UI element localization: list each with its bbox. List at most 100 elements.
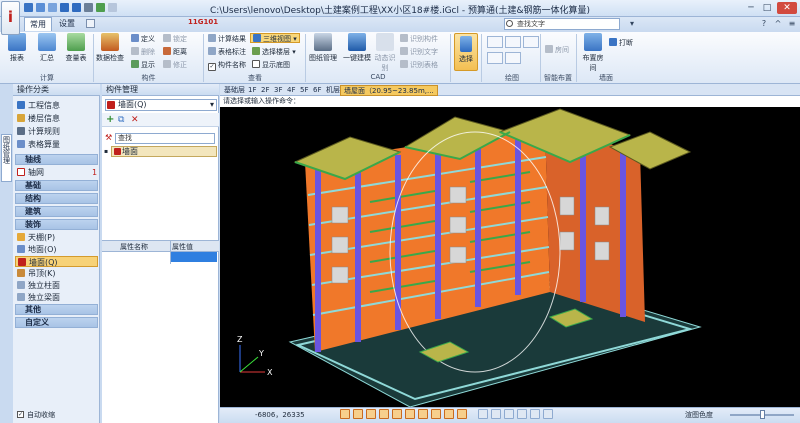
one-click-model-button[interactable]: 一键建模 bbox=[342, 33, 372, 63]
quantity-table-button[interactable]: 查量表 bbox=[63, 33, 89, 63]
select-button[interactable]: 选择 bbox=[454, 33, 478, 71]
distance-button[interactable]: 距离 bbox=[163, 47, 187, 57]
component-name-button[interactable]: ✓ 构件名称 bbox=[208, 60, 246, 71]
floor-tab-3f[interactable]: 3F bbox=[272, 85, 284, 96]
draw-polyline-icon[interactable] bbox=[523, 36, 539, 48]
tab-common[interactable]: 常用 bbox=[24, 17, 52, 31]
property-value-cell[interactable] bbox=[171, 252, 217, 262]
category-custom[interactable]: 自定义 bbox=[15, 317, 98, 328]
copy-icon[interactable]: ⧉ bbox=[118, 115, 124, 125]
lock-button[interactable]: 锁定 bbox=[163, 34, 187, 44]
nav-project-info[interactable]: 工程信息 bbox=[17, 100, 60, 111]
draw-line-icon[interactable] bbox=[487, 36, 503, 48]
zoom-out-icon[interactable] bbox=[491, 409, 501, 419]
tab-settings[interactable]: 设置 bbox=[54, 17, 80, 31]
component-list-item[interactable]: 墙面 bbox=[111, 146, 217, 157]
floor-tab-5f[interactable]: 5F bbox=[298, 85, 310, 96]
component-search-input[interactable]: 查找 bbox=[115, 133, 215, 144]
category-decoration[interactable]: 装饰 bbox=[15, 219, 98, 230]
minimize-button[interactable]: ─ bbox=[743, 2, 759, 14]
nav-suspended-ceiling[interactable]: 吊顶(K) bbox=[17, 268, 56, 279]
current-component-tab[interactable]: 墙屋面（20.95~23.85m,... bbox=[340, 85, 438, 96]
summary-button[interactable]: 汇总 bbox=[35, 33, 59, 63]
tree-expand-icon[interactable]: ▪ bbox=[104, 148, 108, 155]
add-icon[interactable]: + bbox=[106, 115, 114, 125]
nav-ceiling[interactable]: 天棚(P) bbox=[17, 232, 55, 243]
app-logo-icon[interactable]: i bbox=[1, 1, 20, 35]
data-check-button[interactable]: 数据检查 bbox=[96, 33, 124, 63]
snap-perp-icon[interactable] bbox=[418, 409, 428, 419]
3d-view-button[interactable]: 三维视图 ▾ bbox=[250, 33, 300, 43]
search-dropdown-icon[interactable]: ▾ bbox=[626, 18, 638, 30]
command-prompt[interactable]: 请选择或输入操作命令： bbox=[220, 96, 800, 107]
floor-tab-4f[interactable]: 4F bbox=[285, 85, 297, 96]
break-button[interactable]: 打断 bbox=[609, 38, 633, 48]
help-icon[interactable]: ? bbox=[758, 18, 770, 30]
snap-center-icon[interactable] bbox=[405, 409, 415, 419]
draw-rect-icon[interactable] bbox=[487, 52, 503, 64]
show-base-map-button[interactable]: 显示底图 bbox=[252, 60, 290, 70]
ribbon-min-icon[interactable]: ^ bbox=[772, 18, 784, 30]
floor-tab-2f[interactable]: 2F bbox=[259, 85, 271, 96]
category-axis[interactable]: 轴线 bbox=[15, 154, 98, 165]
3d-viewport[interactable]: Z X Y bbox=[220, 107, 800, 407]
nav-wall-surface[interactable]: 墙面(Q) bbox=[15, 256, 98, 267]
drawing-manage-button[interactable]: 图纸管理 bbox=[308, 33, 338, 63]
snap-tangent-icon[interactable] bbox=[431, 409, 441, 419]
open-icon[interactable] bbox=[36, 3, 45, 12]
floor-tab-1f[interactable]: 1F bbox=[246, 85, 258, 96]
rotate-icon[interactable] bbox=[543, 409, 553, 419]
calc-result-button[interactable]: 计算结果 bbox=[208, 34, 246, 44]
nav-axis-grid[interactable]: 轴网 1 bbox=[17, 167, 97, 178]
room-button[interactable]: 房间 bbox=[545, 45, 569, 55]
recognize-text-button[interactable]: 识别文字 bbox=[400, 47, 438, 57]
nav-floor-info[interactable]: 楼层信息 bbox=[17, 113, 60, 124]
category-foundation[interactable]: 基础 bbox=[15, 180, 98, 191]
show-button[interactable]: 显示 bbox=[131, 60, 155, 70]
new-icon[interactable] bbox=[48, 3, 57, 12]
ribbon-collapse-icon[interactable] bbox=[86, 19, 95, 28]
nav-floor-surface[interactable]: 地面(O) bbox=[17, 244, 57, 255]
auto-hide-checkbox[interactable]: ✓ bbox=[17, 411, 24, 418]
snap-nearest-icon[interactable] bbox=[444, 409, 454, 419]
fix-button[interactable]: 修正 bbox=[163, 60, 187, 70]
delete-button[interactable]: 删除 bbox=[131, 47, 155, 57]
zoom-all-icon[interactable] bbox=[517, 409, 527, 419]
category-structure[interactable]: 结构 bbox=[15, 193, 98, 204]
dynamic-recognize-button[interactable]: 动态识别 bbox=[372, 33, 398, 73]
category-building[interactable]: 建筑 bbox=[15, 206, 98, 217]
nav-beam-face[interactable]: 独立梁面 bbox=[17, 292, 60, 303]
snap-intersect-icon[interactable] bbox=[457, 409, 467, 419]
save-icon[interactable] bbox=[24, 3, 33, 12]
pan-icon[interactable] bbox=[530, 409, 540, 419]
undo-icon[interactable] bbox=[60, 3, 69, 12]
category-other[interactable]: 其他 bbox=[15, 304, 98, 315]
zoom-window-icon[interactable] bbox=[504, 409, 514, 419]
redo-icon[interactable] bbox=[72, 3, 81, 12]
close-button[interactable]: ✕ bbox=[777, 2, 797, 14]
nav-table-calc[interactable]: 表格算量 bbox=[17, 139, 60, 150]
maximize-button[interactable]: □ bbox=[759, 2, 775, 14]
nav-column-face[interactable]: 独立柱面 bbox=[17, 280, 60, 291]
search-input[interactable]: 查找文字 bbox=[504, 18, 620, 30]
select-floor-button[interactable]: 选择楼层 ▾ bbox=[252, 47, 296, 57]
component-type-select[interactable]: 墙面(Q) ▾ bbox=[105, 99, 217, 111]
table-label-button[interactable]: 表格标注 bbox=[208, 47, 246, 57]
recognize-table-button[interactable]: 识别表格 bbox=[400, 60, 438, 70]
recognize-component-button[interactable]: 识别构件 bbox=[400, 34, 438, 44]
side-tab-drawing-manage[interactable]: 图纸管理 bbox=[1, 134, 12, 182]
filter-icon[interactable]: ⚒ bbox=[105, 133, 112, 143]
floor-tab-foundation[interactable]: 基础层 bbox=[222, 85, 247, 96]
render-slider-thumb[interactable] bbox=[760, 410, 765, 419]
snap-ortho-icon[interactable] bbox=[353, 409, 363, 419]
nav-calc-rules[interactable]: 计算规则 bbox=[17, 126, 60, 137]
refresh-icon[interactable] bbox=[96, 3, 105, 12]
print-icon[interactable] bbox=[84, 3, 93, 12]
delete-icon[interactable]: ✕ bbox=[131, 115, 139, 125]
define-button[interactable]: 定义 bbox=[131, 34, 155, 44]
draw-arc-icon[interactable] bbox=[505, 36, 521, 48]
floor-tab-6f[interactable]: 6F bbox=[311, 85, 323, 96]
report-button[interactable]: 报表 bbox=[5, 33, 29, 63]
arrange-room-button[interactable]: 布置房间 bbox=[580, 33, 606, 73]
zoom-in-icon[interactable] bbox=[478, 409, 488, 419]
